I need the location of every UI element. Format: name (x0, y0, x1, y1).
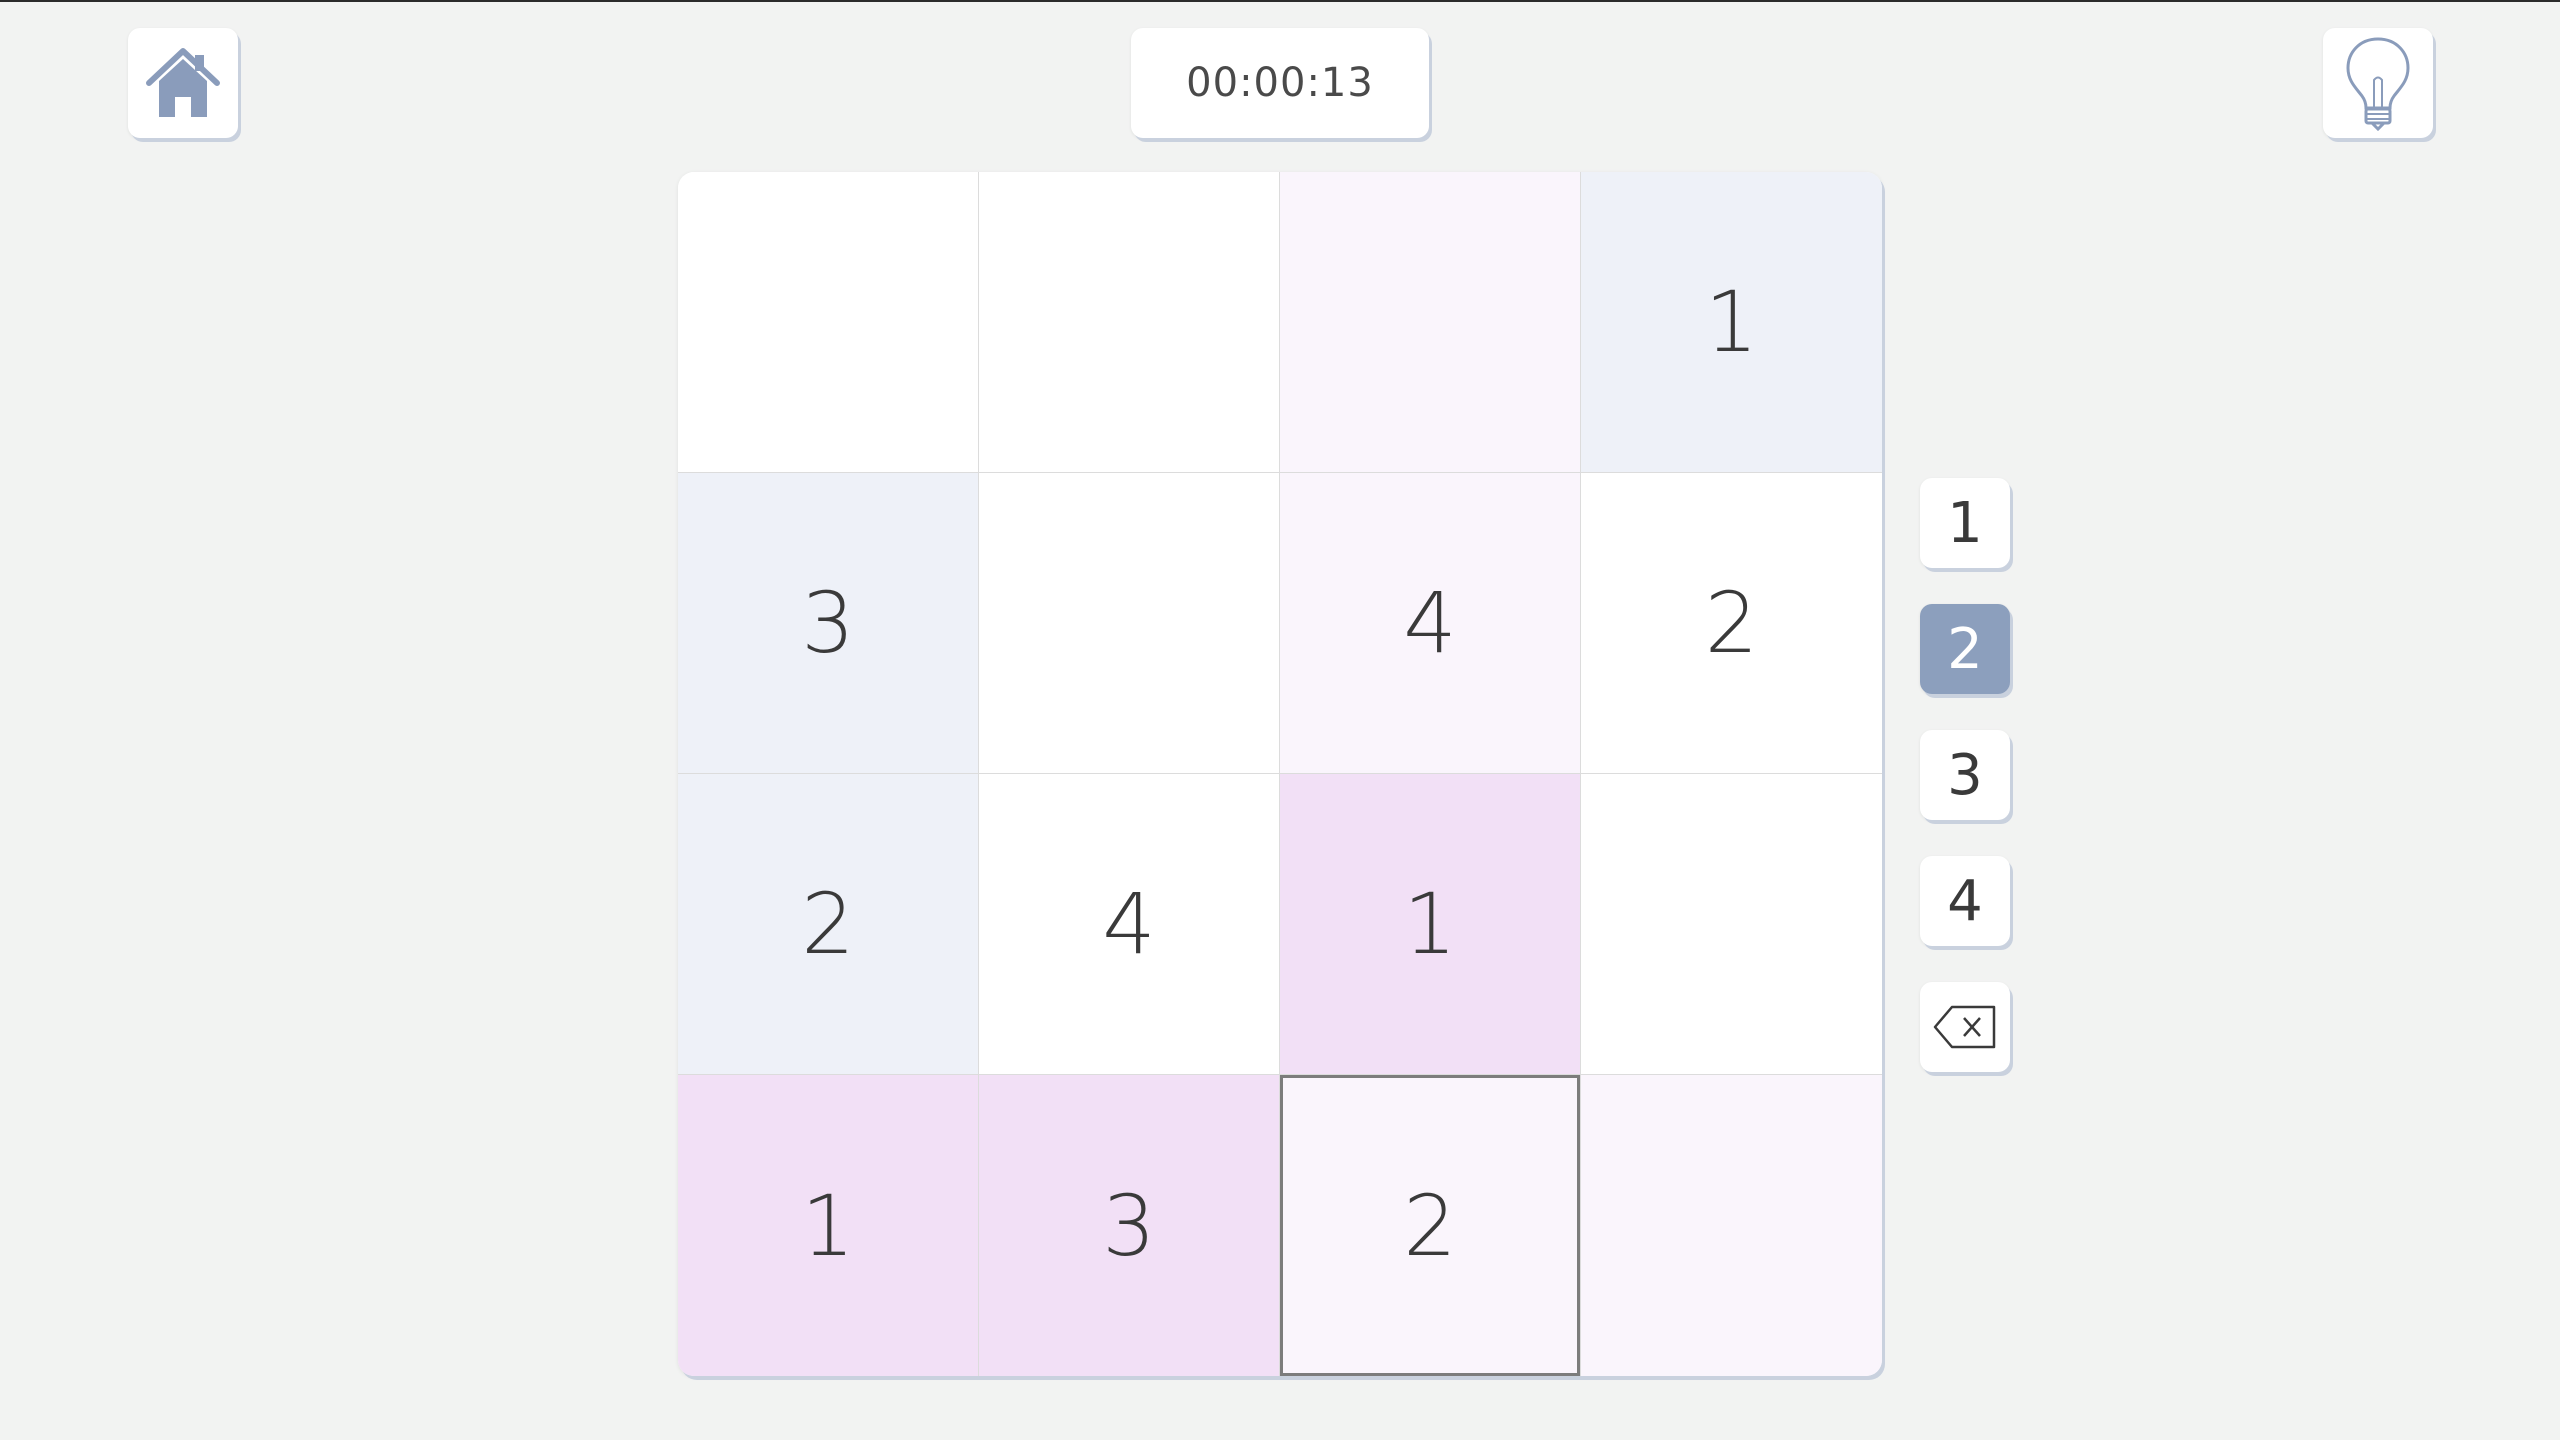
grid-cell-r1-c2[interactable] (979, 172, 1280, 473)
backspace-icon (1933, 1005, 1996, 1049)
grid-cell-r4-c3[interactable]: 2 (1280, 1075, 1581, 1376)
puzzle-grid: 1342241132 (678, 172, 1882, 1376)
grid-cell-r2-c4[interactable]: 2 (1581, 473, 1882, 774)
grid-cell-r3-c3[interactable]: 1 (1280, 774, 1581, 1075)
number-button-4[interactable]: 4 (1920, 856, 2010, 946)
grid-cell-r2-c2[interactable] (979, 473, 1280, 774)
home-button[interactable] (128, 28, 238, 138)
number-button-3[interactable]: 3 (1920, 730, 2010, 820)
number-button-2[interactable]: 2 (1920, 604, 2010, 694)
grid-cell-r2-c3[interactable]: 4 (1280, 473, 1581, 774)
hint-button[interactable] (2323, 28, 2433, 138)
grid-cell-r2-c1[interactable]: 3 (678, 473, 979, 774)
timer: 00:00:13 (1131, 28, 1429, 138)
grid-cell-r4-c4[interactable] (1581, 1075, 1882, 1376)
erase-button[interactable] (1920, 982, 2010, 1072)
grid-cell-r1-c3[interactable] (1280, 172, 1581, 473)
grid-cell-r4-c2[interactable]: 3 (979, 1075, 1280, 1376)
grid-cell-r3-c4[interactable] (1581, 774, 1882, 1075)
number-button-1[interactable]: 1 (1920, 478, 2010, 568)
grid-cell-r3-c1[interactable]: 2 (678, 774, 979, 1075)
lightbulb-icon (2346, 37, 2410, 131)
grid-cell-r1-c4[interactable]: 1 (1581, 172, 1882, 473)
grid-cell-r3-c2[interactable]: 4 (979, 774, 1280, 1075)
home-icon (146, 48, 220, 117)
grid-cell-r4-c1[interactable]: 1 (678, 1075, 979, 1376)
grid-cell-r1-c1[interactable] (678, 172, 979, 473)
